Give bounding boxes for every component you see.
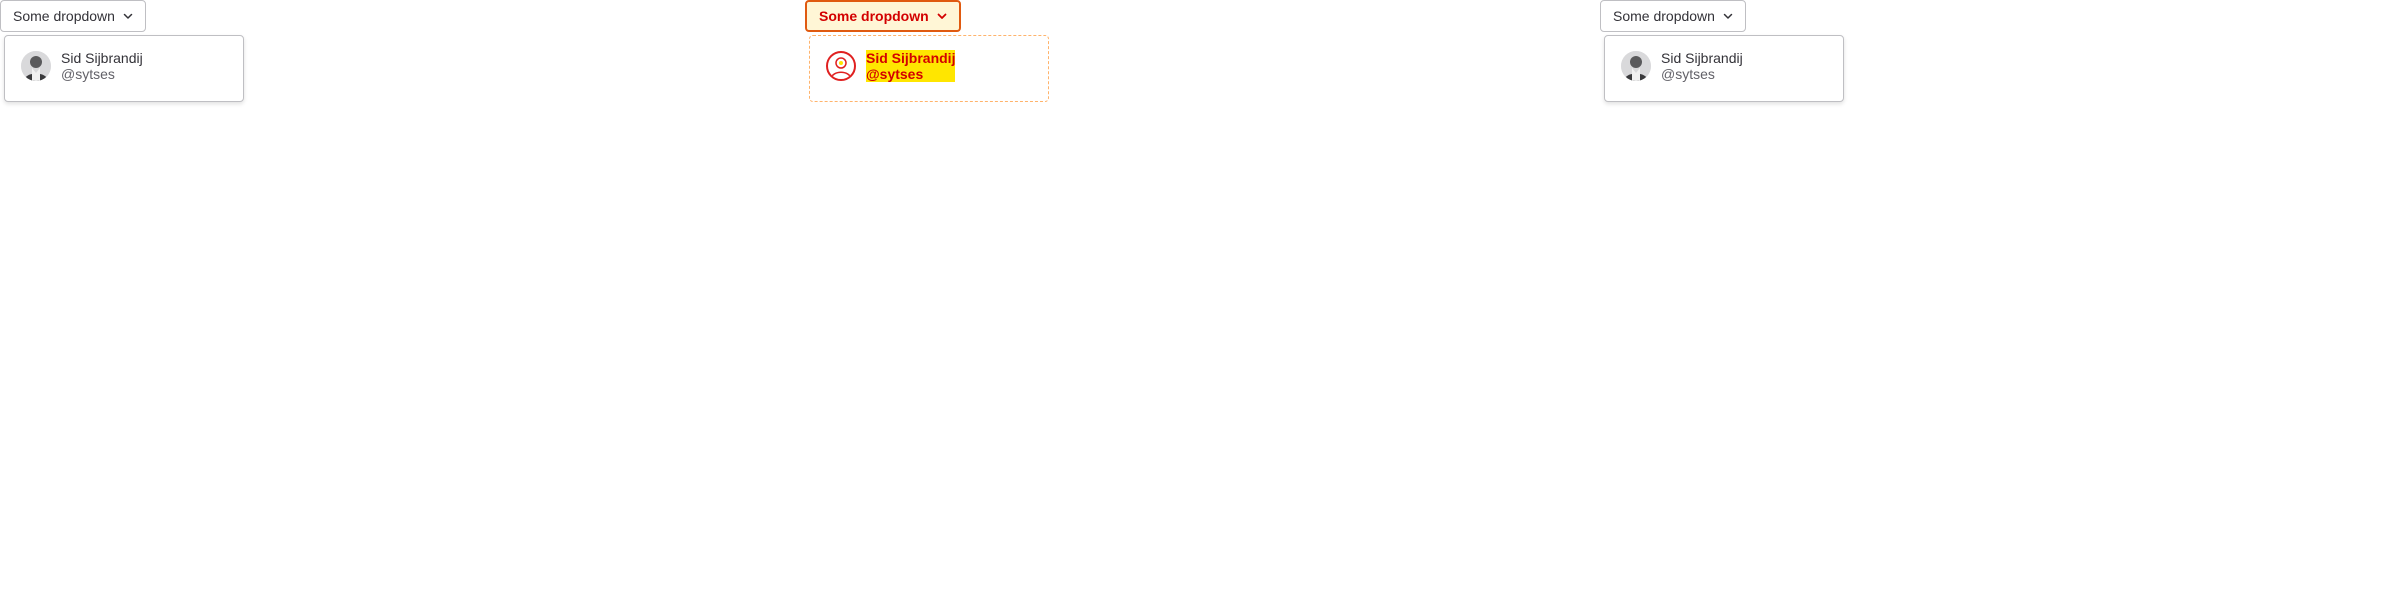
chevron-down-icon	[123, 11, 133, 21]
dropdown-menu: Sid Sijbrandij @sytses	[4, 35, 244, 102]
dropdown-menu-item-user[interactable]: Sid Sijbrandij @sytses	[21, 50, 143, 82]
avatar	[1621, 51, 1651, 81]
dropdown-menu-item-user[interactable]: Sid Sijbrandij @sytses	[1621, 50, 1743, 82]
user-handle: @sytses	[1661, 66, 1715, 82]
dropdown-menu: Sid Sijbrandij @sytses	[1604, 35, 1844, 102]
dropdown-label: Some dropdown	[819, 8, 929, 24]
avatar	[21, 51, 51, 81]
user-name: Sid Sijbrandij	[1661, 50, 1743, 66]
user-handle: @sytses	[61, 66, 115, 82]
avatar	[826, 51, 856, 81]
dropdown-toggle-button[interactable]: Some dropdown	[0, 0, 146, 32]
user-text: Sid Sijbrandij @sytses	[1661, 50, 1743, 82]
dropdown-panel-right: Some dropdown Sid Sijbrandij @sytses	[1600, 0, 1850, 110]
user-text: Sid Sijbrandij @sytses	[61, 50, 143, 82]
dropdown-label: Some dropdown	[13, 8, 115, 24]
dropdown-menu-item-user[interactable]: Sid Sijbrandij @sytses	[826, 50, 956, 82]
chevron-down-icon	[1723, 11, 1733, 21]
dropdown-menu: Sid Sijbrandij @sytses	[809, 35, 1049, 102]
user-name: Sid Sijbrandij	[61, 50, 143, 66]
user-handle: @sytses	[866, 66, 956, 82]
dropdown-toggle-button[interactable]: Some dropdown	[805, 0, 961, 32]
user-text: Sid Sijbrandij @sytses	[866, 50, 956, 82]
dropdown-toggle-button[interactable]: Some dropdown	[1600, 0, 1746, 32]
dropdown-label: Some dropdown	[1613, 8, 1715, 24]
dropdown-panel-left: Some dropdown Sid Sijbrandij @sytses	[0, 0, 250, 110]
chevron-down-icon	[937, 11, 947, 21]
user-name: Sid Sijbrandij	[866, 50, 956, 66]
dropdown-panel-diff: Some dropdown Sid Sijbrandij @sytses	[805, 0, 1055, 110]
